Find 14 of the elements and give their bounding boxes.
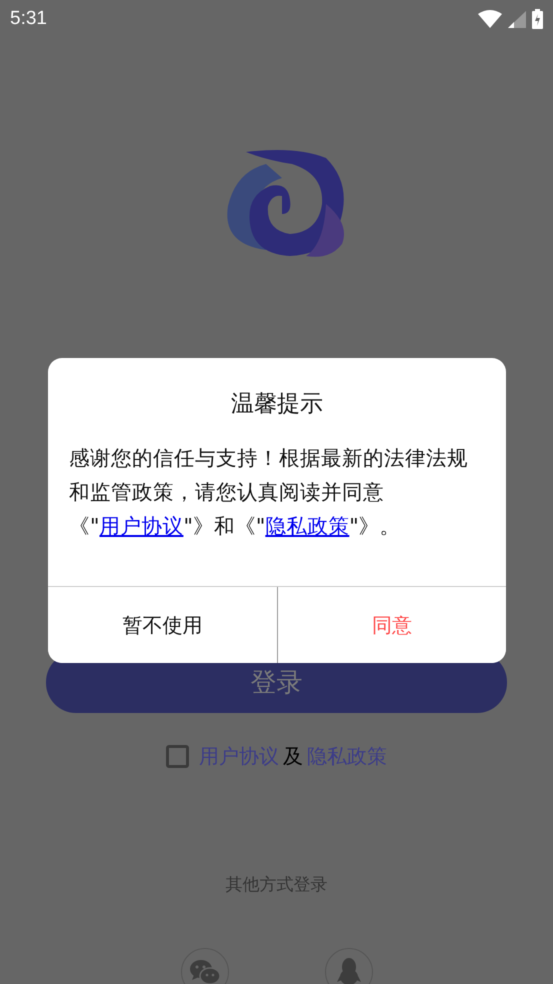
policy-link[interactable]: 隐私政策 bbox=[265, 514, 350, 538]
dialog-title: 温馨提示 bbox=[230, 390, 324, 419]
policy-link[interactable]: 用户协议 bbox=[99, 514, 184, 538]
wechat-login-button[interactable] bbox=[180, 948, 228, 984]
signal-icon bbox=[508, 10, 526, 28]
wifi-icon bbox=[478, 10, 502, 28]
dialog-message: 感谢您的信任与支持！根据最新的法律法规和监管政策，请您认真阅读并同意《"用户协议"》和《"隐私政策"》。 bbox=[69, 445, 469, 540]
checkbox[interactable] bbox=[166, 745, 189, 768]
decline-button[interactable]: 暂不使用 bbox=[48, 587, 278, 663]
qq-login-button[interactable] bbox=[324, 948, 372, 984]
battery-charging-icon bbox=[532, 9, 543, 29]
conjunction-text: 及 bbox=[283, 743, 303, 770]
status-time: 5:31 bbox=[10, 8, 47, 30]
penguin-icon bbox=[336, 958, 360, 984]
